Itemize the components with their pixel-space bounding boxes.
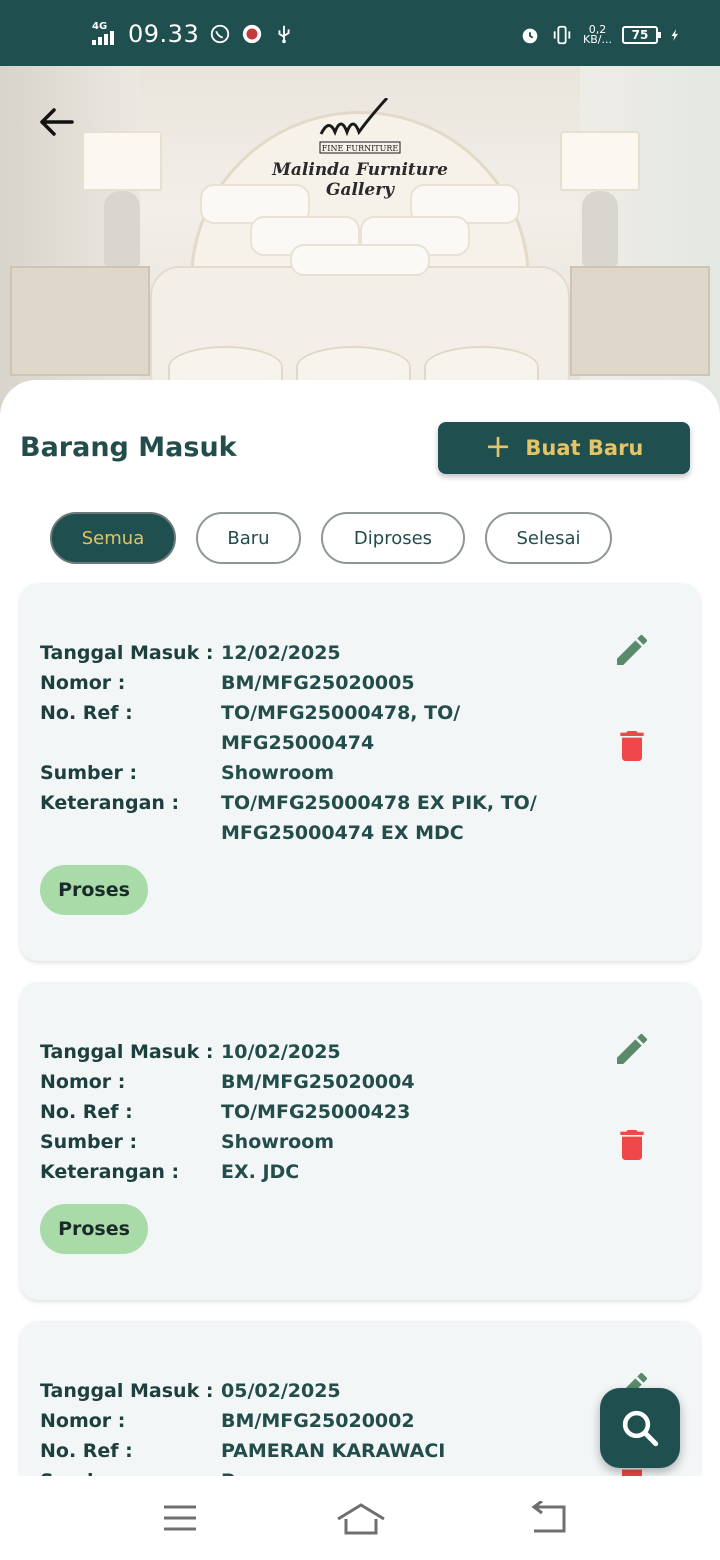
network-type: 4G [92, 21, 108, 32]
value-tanggal: 12/02/2025 [221, 642, 341, 664]
search-button[interactable] [600, 1388, 680, 1468]
brand-name: Malinda Furniture Gallery [272, 160, 448, 200]
value-no-ref: TO/MFG25000478, TO/ [221, 702, 461, 724]
value-keterangan: EX. JDC [221, 1161, 300, 1183]
entry-card[interactable]: Tanggal Masuk : 10/02/2025 Nomor : BM/MFG2… [20, 982, 700, 1300]
nightstand-right [570, 266, 710, 376]
nightstand-left [10, 266, 150, 376]
alarm-icon [522, 28, 538, 44]
value-keterangan-cont: MFG25000474 EX MDC [221, 822, 464, 844]
filter-chips: Semua Baru Diproses Selesai [50, 512, 612, 564]
label-sumber: Sumber : [40, 762, 138, 784]
system-nav-bar [0, 1476, 720, 1560]
label-sumber: Sumber : [40, 1131, 138, 1153]
lamp-left [82, 131, 162, 191]
back-button[interactable] [30, 102, 82, 142]
app-notification-icon [243, 24, 262, 44]
label-keterangan: Keterangan : [40, 792, 180, 814]
value-nomor: BM/MFG25020004 [221, 1071, 415, 1093]
home-icon [337, 1503, 385, 1535]
value-no-ref: PAMERAN KARAWACI [221, 1440, 446, 1462]
filter-selesai[interactable]: Selesai [485, 512, 612, 564]
back-icon [531, 1501, 566, 1533]
status-badge[interactable]: Proses [40, 865, 148, 915]
label-nomor: Nomor : [40, 1071, 126, 1093]
pencil-icon [617, 1033, 648, 1064]
value-sumber: Showroom [221, 1131, 335, 1153]
create-new-label: Buat Baru [525, 436, 644, 460]
trash-icon [620, 731, 644, 761]
page-title: Barang Masuk [20, 432, 237, 463]
logo-mark-icon: FINE FURNITURE [319, 96, 401, 154]
edit-button[interactable] [610, 628, 654, 672]
label-tanggal: Tanggal Masuk : [40, 1041, 214, 1063]
arrow-left-icon [40, 108, 74, 136]
value-tanggal: 05/02/2025 [221, 1380, 341, 1402]
label-tanggal: Tanggal Masuk : [40, 1380, 214, 1402]
label-sumber: Sumber : [40, 1466, 221, 1476]
lamp-right [560, 131, 640, 191]
value-sumber: P [221, 1466, 551, 1476]
edit-button[interactable] [610, 1027, 654, 1071]
create-new-button[interactable]: + Buat Baru [438, 422, 690, 474]
svg-text:FINE FURNITURE: FINE FURNITURE [322, 144, 399, 153]
filter-diproses[interactable]: Diproses [321, 512, 465, 564]
label-nomor: Nomor : [40, 672, 126, 694]
header-banner: FINE FURNITURE Malinda Furniture Gallery [0, 66, 720, 416]
label-tanggal: Tanggal Masuk : [40, 642, 214, 664]
menu-icon [164, 1505, 196, 1531]
value-sumber: Showroom [221, 762, 335, 784]
signal-icon: 4G [92, 21, 114, 45]
trash-icon [620, 1130, 644, 1160]
brand-logo: FINE FURNITURE Malinda Furniture Gallery [240, 96, 480, 200]
value-nomor: BM/MFG25020005 [221, 672, 415, 694]
entry-card[interactable]: Tanggal Masuk : 05/02/2025 Nomor : BM/MFG2… [20, 1321, 700, 1476]
status-bar: 4G 09.33 0,2 KB/... 75 [0, 0, 720, 66]
filter-semua[interactable]: Semua [50, 512, 176, 564]
search-icon [622, 1410, 659, 1447]
value-no-ref: TO/MFG25000423 [221, 1101, 411, 1123]
delete-button[interactable] [610, 724, 654, 768]
label-nomor: Nomor : [40, 1410, 126, 1432]
battery-icon: 75 [622, 26, 661, 44]
label-no-ref: No. Ref : [40, 1101, 133, 1123]
usb-icon [278, 25, 290, 44]
value-tanggal: 10/02/2025 [221, 1041, 341, 1063]
value-nomor: BM/MFG25020002 [221, 1410, 415, 1432]
label-no-ref: No. Ref : [40, 702, 133, 724]
nav-menu-button[interactable] [160, 1498, 200, 1538]
plus-icon: + [484, 427, 512, 465]
value-keterangan: TO/MFG25000478 EX PIK, TO/ [221, 792, 537, 814]
clock: 09.33 [128, 20, 200, 48]
filter-baru[interactable]: Baru [196, 512, 301, 564]
status-badge[interactable]: Proses [40, 1204, 148, 1254]
value-no-ref-cont: MFG25000474 [221, 732, 375, 754]
charging-icon [671, 29, 678, 41]
vibrate-icon [553, 25, 571, 45]
pencil-icon [617, 634, 648, 665]
whatsapp-icon [211, 24, 230, 44]
label-keterangan: Keterangan : [40, 1161, 180, 1183]
label-no-ref: No. Ref : [40, 1440, 133, 1462]
delete-button[interactable] [610, 1123, 654, 1167]
nav-back-button[interactable] [528, 1498, 568, 1538]
data-rate: 0,2 KB/... [583, 23, 612, 46]
entry-card[interactable]: Tanggal Masuk : 12/02/2025 Nomor : BM/MFG2… [20, 583, 700, 961]
nav-home-button[interactable] [336, 1498, 386, 1538]
